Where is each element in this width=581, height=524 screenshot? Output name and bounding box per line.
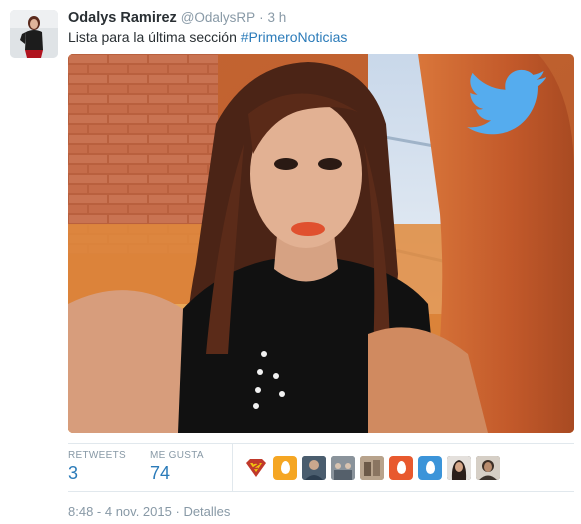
tweet-text: Lista para la última sección #PrimeroNot… [68, 28, 347, 46]
footer-separator: · [175, 504, 180, 519]
tweet-header: Odalys Ramirez @OdalysRP · 3 h [68, 9, 286, 27]
retweets-label: RETWEETS [68, 450, 126, 461]
liker-avatar-egg-orange[interactable] [273, 456, 297, 480]
tweet-timestamp[interactable]: 8:48 - 4 nov. 2015 [68, 504, 172, 519]
liker-avatar-group[interactable] [331, 456, 355, 480]
liker-avatar-man[interactable] [476, 456, 500, 480]
tweet-time-ago[interactable]: 3 h [267, 10, 286, 25]
tweet-text-body: Lista para la última sección [68, 29, 241, 45]
likes-label: ME GUSTA [150, 450, 204, 461]
profile-avatar[interactable] [10, 10, 58, 58]
egg-icon [426, 461, 435, 474]
retweets-stat[interactable]: RETWEETS 3 [68, 450, 126, 484]
author-fullname[interactable]: Odalys Ramirez [68, 10, 177, 26]
hashtag-link[interactable]: #PrimeroNoticias [241, 29, 348, 45]
likes-stat[interactable]: ME GUSTA 74 [150, 450, 204, 484]
header-separator: · [259, 10, 264, 25]
liker-avatar-photo[interactable] [360, 456, 384, 480]
likes-count[interactable]: 74 [150, 463, 204, 484]
egg-icon [281, 461, 290, 474]
stats-divider [232, 444, 233, 491]
liker-avatar-person[interactable] [302, 456, 326, 480]
liker-avatar-woman[interactable] [447, 456, 471, 480]
details-link[interactable]: Detalles [183, 504, 230, 519]
egg-icon [397, 461, 406, 474]
tweet-stats: RETWEETS 3 ME GUSTA 74 [68, 443, 574, 492]
liker-avatar-superman[interactable] [244, 456, 268, 480]
liker-avatar-egg-red[interactable] [389, 456, 413, 480]
retweets-count[interactable]: 3 [68, 463, 126, 484]
liker-avatar-egg-blue[interactable] [418, 456, 442, 480]
tweet-footer: 8:48 - 4 nov. 2015 · Detalles [68, 504, 230, 519]
author-username[interactable]: @OdalysRP [181, 10, 255, 25]
tweet-photo[interactable] [68, 54, 574, 433]
